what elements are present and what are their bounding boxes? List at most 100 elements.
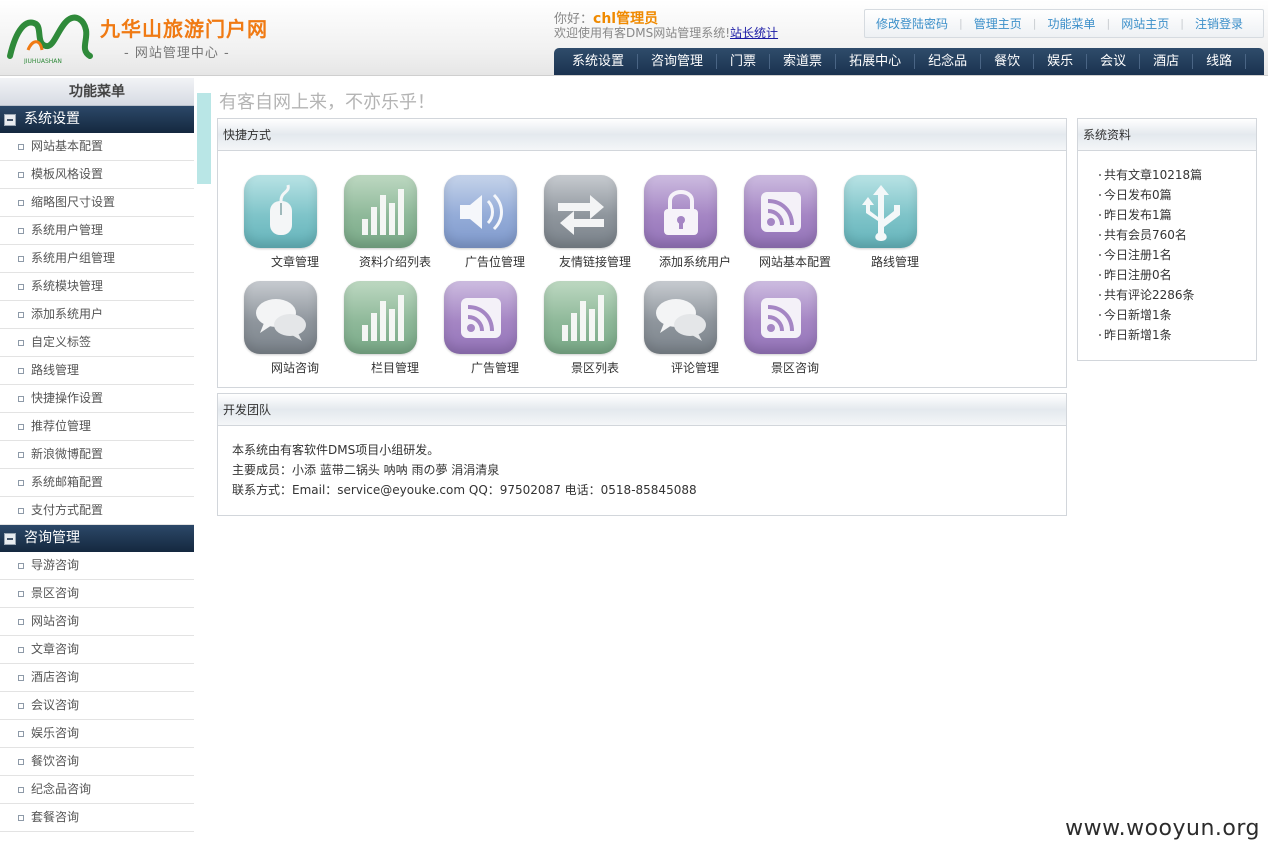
stats-link[interactable]: 站长统计 bbox=[730, 26, 778, 40]
function-menu-link[interactable]: 功能菜单 bbox=[1036, 15, 1106, 32]
shortcut-tile[interactable]: 网站咨询 bbox=[240, 267, 340, 375]
bullet-icon bbox=[18, 674, 24, 681]
sidebar-item[interactable]: 酒店咨询 bbox=[0, 664, 194, 692]
stat-row: 共有文章10218篇 bbox=[1099, 165, 1202, 185]
nav-inquiry-management[interactable]: 咨询管理 bbox=[638, 54, 718, 69]
shortcut-tile[interactable]: 景区咨询 bbox=[740, 267, 840, 375]
bullet-icon bbox=[18, 367, 24, 374]
sidebar-item[interactable]: 餐饮咨询 bbox=[0, 748, 194, 776]
nav-souvenirs[interactable]: 纪念品 bbox=[915, 54, 982, 69]
rss-icon bbox=[444, 281, 517, 354]
nav-meetings[interactable]: 会议 bbox=[1087, 54, 1141, 69]
shortcut-tile[interactable]: 景区列表 bbox=[540, 267, 640, 375]
sidebar-item[interactable]: 娱乐咨询 bbox=[0, 720, 194, 748]
sidebar-item[interactable]: 模板风格设置 bbox=[0, 161, 194, 189]
shortcut-label: 广告管理 bbox=[470, 361, 519, 375]
change-password-link[interactable]: 修改登陆密码 bbox=[865, 15, 959, 32]
sidebar-item[interactable]: 网站基本配置 bbox=[0, 133, 194, 161]
site-home-link[interactable]: 网站主页 bbox=[1110, 15, 1180, 32]
sidebar-item[interactable]: 系统模块管理 bbox=[0, 273, 194, 301]
shortcut-tile[interactable]: 友情链接管理 bbox=[540, 161, 640, 269]
sidebar-item[interactable]: 添加系统用户 bbox=[0, 301, 194, 329]
sidebar-item-label: 餐饮咨询 bbox=[31, 754, 80, 768]
bullet-icon bbox=[18, 227, 24, 234]
sidebar-item-label: 会议咨询 bbox=[31, 698, 80, 712]
bullet-icon bbox=[18, 423, 24, 430]
category-label: 系统设置 bbox=[24, 111, 80, 127]
nav-hotels[interactable]: 酒店 bbox=[1140, 54, 1194, 69]
sidebar-item[interactable]: 导游咨询 bbox=[0, 552, 194, 580]
sidebar-item[interactable]: 支付方式配置 bbox=[0, 497, 194, 525]
bullet-icon bbox=[18, 171, 24, 178]
svg-text:JIUHUASHAN: JIUHUASHAN bbox=[23, 58, 62, 64]
bar-chart-icon bbox=[544, 281, 617, 354]
sidebar-item[interactable]: 系统用户组管理 bbox=[0, 245, 194, 273]
shortcut-tile[interactable]: 资料介绍列表 bbox=[340, 161, 440, 269]
sidebar-item-label: 自定义标签 bbox=[31, 335, 92, 349]
shortcut-tile[interactable]: 栏目管理 bbox=[340, 267, 440, 375]
sidebar-item[interactable]: 会议咨询 bbox=[0, 692, 194, 720]
shortcut-tile[interactable]: 添加系统用户 bbox=[640, 161, 740, 269]
nav-tickets[interactable]: 门票 bbox=[717, 54, 771, 69]
shortcut-tile[interactable]: 广告位管理 bbox=[440, 161, 540, 269]
system-info-panel: 系统资料 共有文章10218篇 今日发布0篇 昨日发布1篇 共有会员760名 今日注册1… bbox=[1077, 118, 1257, 361]
sidebar-category-system-settings[interactable]: 系统设置 bbox=[0, 106, 194, 133]
sidebar-item[interactable]: 景区咨询 bbox=[0, 580, 194, 608]
team-info: 本系统由有客软件DMS项目小组研发。 主要成员：小添 蓝带二锅头 呐呐 雨の夢 … bbox=[232, 440, 697, 500]
chat-icon bbox=[644, 281, 717, 354]
nav-entertainment[interactable]: 娱乐 bbox=[1034, 54, 1088, 69]
sidebar-item[interactable]: 纪念品咨询 bbox=[0, 776, 194, 804]
sidebar-item[interactable]: 推荐位管理 bbox=[0, 413, 194, 441]
stat-row: 今日注册1名 bbox=[1099, 245, 1202, 265]
nav-cableway-tickets[interactable]: 索道票 bbox=[770, 54, 837, 69]
sidebar-item[interactable]: 快捷操作设置 bbox=[0, 385, 194, 413]
sidebar-item[interactable]: 缩略图尺寸设置 bbox=[0, 189, 194, 217]
bullet-icon bbox=[18, 283, 24, 290]
sidebar: 功能菜单 系统设置 网站基本配置 模板风格设置 缩略图尺寸设置 系统用户管理 系统用户组… bbox=[0, 78, 194, 855]
site-name: 九华山旅游门户网 bbox=[100, 17, 268, 41]
shortcut-tile[interactable]: 广告管理 bbox=[440, 267, 540, 375]
shortcut-tile[interactable]: 路线管理 bbox=[840, 161, 940, 269]
sidebar-item-label: 系统邮箱配置 bbox=[31, 475, 104, 489]
sidebar-item-label: 模板风格设置 bbox=[31, 167, 104, 181]
nav-system-settings[interactable]: 系统设置 bbox=[558, 54, 639, 69]
sidebar-category-inquiry-management[interactable]: 咨询管理 bbox=[0, 525, 194, 552]
logout-link[interactable]: 注销登录 bbox=[1184, 15, 1254, 32]
sidebar-item[interactable]: 系统邮箱配置 bbox=[0, 469, 194, 497]
scrollbar-thumb[interactable] bbox=[197, 93, 211, 184]
lock-icon bbox=[644, 175, 717, 248]
bar-chart-icon bbox=[344, 281, 417, 354]
shortcut-label: 景区列表 bbox=[570, 361, 619, 375]
stat-row: 共有会员760名 bbox=[1099, 225, 1202, 245]
site-subtitle: - 网站管理中心 - bbox=[124, 46, 230, 61]
shortcut-label: 网站咨询 bbox=[270, 361, 319, 375]
site-logo[interactable]: JIUHUASHAN bbox=[6, 10, 100, 64]
shortcut-tile[interactable]: 网站基本配置 bbox=[740, 161, 840, 269]
sidebar-item-label: 快捷操作设置 bbox=[31, 391, 104, 405]
sidebar-item[interactable]: 文章咨询 bbox=[0, 636, 194, 664]
sidebar-item[interactable]: 网站咨询 bbox=[0, 608, 194, 636]
nav-expansion-center[interactable]: 拓展中心 bbox=[836, 54, 916, 69]
sidebar-item[interactable]: 自定义标签 bbox=[0, 329, 194, 357]
bullet-icon bbox=[18, 339, 24, 346]
stat-row: 昨日注册0名 bbox=[1099, 265, 1202, 285]
sidebar-item-label: 系统模块管理 bbox=[31, 279, 104, 293]
nav-dining[interactable]: 餐饮 bbox=[981, 54, 1035, 69]
bullet-icon bbox=[18, 199, 24, 206]
sidebar-item-label: 文章咨询 bbox=[31, 642, 80, 656]
sidebar-item[interactable]: 新浪微博配置 bbox=[0, 441, 194, 469]
shortcut-tile[interactable]: 文章管理 bbox=[240, 161, 340, 269]
nav-routes[interactable]: 线路 bbox=[1193, 54, 1247, 69]
bullet-icon bbox=[18, 562, 24, 569]
shortcut-tile[interactable]: 评论管理 bbox=[640, 267, 740, 375]
sidebar-item[interactable]: 系统用户管理 bbox=[0, 217, 194, 245]
shortcut-label: 路线管理 bbox=[870, 255, 919, 269]
rss-icon bbox=[744, 175, 817, 248]
sidebar-item[interactable]: 路线管理 bbox=[0, 357, 194, 385]
admin-home-link[interactable]: 管理主页 bbox=[963, 15, 1033, 32]
category-items: 网站基本配置模板风格设置缩略图尺寸设置 系统用户管理 系统用户组管理系统模块管理添加… bbox=[0, 133, 194, 525]
sidebar-item[interactable]: 套餐咨询 bbox=[0, 804, 194, 832]
stat-row: 共有评论2286条 bbox=[1099, 285, 1202, 305]
bullet-icon bbox=[18, 590, 24, 597]
speaker-icon bbox=[444, 175, 517, 248]
